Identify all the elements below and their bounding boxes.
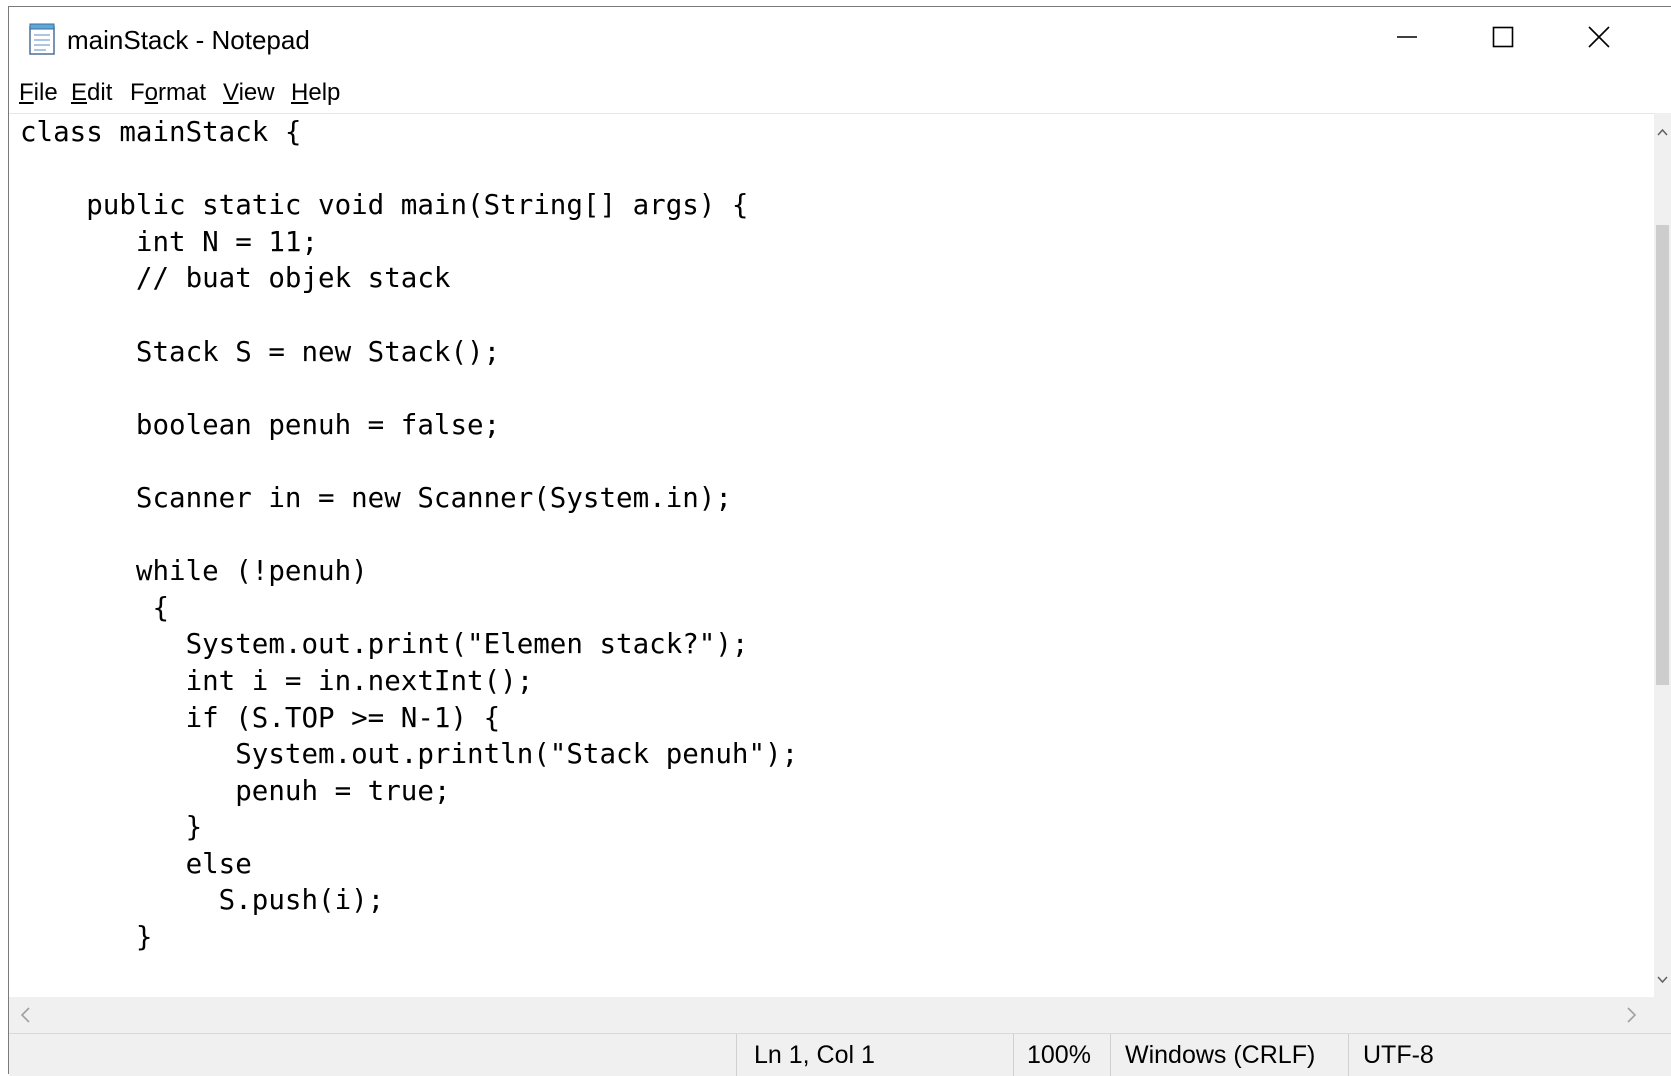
scrollbar-corner [1654, 997, 1671, 1033]
text-editor[interactable]: class mainStack { public static void mai… [9, 113, 1654, 998]
menu-format-accel: o [144, 79, 159, 106]
code-line: S.push(i); [20, 884, 385, 917]
encoding: UTF-8 [1348, 1034, 1671, 1076]
menu-view-accel: V [223, 79, 239, 106]
code-line: while (!penuh) [20, 555, 368, 588]
code-line: { [20, 591, 170, 624]
maximize-button[interactable] [1455, 7, 1551, 71]
code-line: System.out.println("Stack penuh"); [20, 738, 799, 771]
vertical-scrollbar[interactable] [1654, 113, 1671, 997]
code-line: Scanner in = new Scanner(System.in); [20, 481, 732, 514]
close-icon [1588, 25, 1610, 53]
scroll-up-arrow-icon[interactable] [1657, 123, 1668, 141]
menu-file-label: ile [33, 79, 58, 106]
menu-help[interactable]: Help [291, 79, 340, 107]
menu-format-pre: F [130, 79, 145, 106]
code-line: } [20, 811, 203, 844]
scroll-down-arrow-icon[interactable] [1657, 971, 1668, 989]
editor-content[interactable]: class mainStack { public static void mai… [20, 114, 798, 956]
menu-help-accel: H [291, 79, 309, 106]
code-line: System.out.print("Elemen stack?"); [20, 628, 749, 661]
menu-file[interactable]: File [19, 79, 58, 107]
code-line: else [20, 847, 252, 880]
menu-edit-label: dit [87, 79, 113, 106]
scroll-right-arrow-icon[interactable] [1626, 1006, 1638, 1029]
code-line: if (S.TOP >= N-1) { [20, 701, 501, 734]
menu-edit-accel: E [71, 79, 88, 106]
code-line: int N = 11; [20, 225, 319, 258]
menu-view-label: iew [238, 79, 275, 106]
minimize-icon [1396, 26, 1418, 53]
code-line: // buat objek stack [20, 262, 451, 295]
notepad-icon [27, 22, 57, 56]
menu-file-accel: F [19, 79, 34, 106]
menu-format-label: rmat [158, 79, 207, 106]
menu-edit[interactable]: Edit [71, 79, 112, 107]
code-line: Stack S = new Stack(); [20, 335, 501, 368]
menu-view[interactable]: View [223, 79, 275, 107]
code-line: class mainStack { [20, 116, 302, 148]
menu-format[interactable]: Format [130, 79, 206, 107]
code-line: public static void main(String[] args) { [20, 189, 749, 222]
notepad-window: mainStack - Notepad File Edit Format Vie… [8, 6, 1671, 1076]
scroll-left-arrow-icon[interactable] [19, 1006, 31, 1029]
menu-bar: File Edit Format View Help [9, 71, 1671, 113]
window-title: mainStack - Notepad [67, 25, 310, 55]
menu-help-label: elp [308, 79, 341, 106]
horizontal-scrollbar[interactable] [9, 997, 1654, 1033]
code-line: boolean penuh = false; [20, 408, 501, 441]
minimize-button[interactable] [1359, 7, 1455, 71]
code-line: penuh = true; [20, 774, 451, 807]
status-bar: Ln 1, Col 1 100% Windows (CRLF) UTF-8 [9, 1033, 1671, 1076]
code-line: } [20, 921, 153, 954]
maximize-icon [1492, 26, 1514, 53]
line-ending: Windows (CRLF) [1110, 1034, 1348, 1076]
title-bar[interactable]: mainStack - Notepad [9, 7, 1671, 71]
zoom-level: 100% [1013, 1034, 1110, 1076]
close-button[interactable] [1551, 7, 1647, 71]
vertical-scroll-thumb[interactable] [1656, 225, 1669, 685]
code-line: int i = in.nextInt(); [20, 664, 534, 697]
cursor-position: Ln 1, Col 1 [736, 1034, 1013, 1076]
